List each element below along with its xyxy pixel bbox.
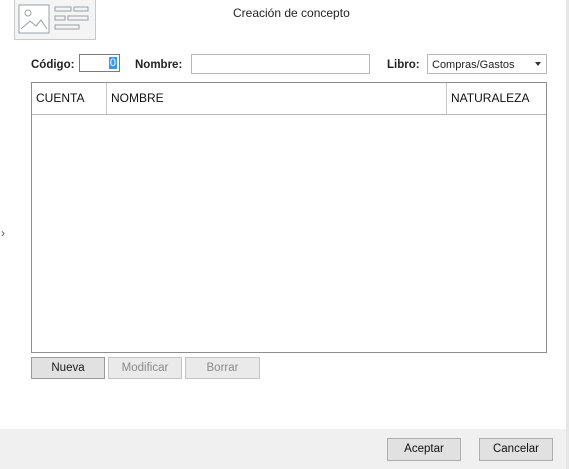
cancelar-button[interactable]: Cancelar xyxy=(479,438,553,461)
page-title: Creación de concepto xyxy=(233,6,350,20)
column-header-cuenta[interactable]: CUENTA xyxy=(32,83,107,114)
modificar-button[interactable]: Modificar xyxy=(108,357,182,379)
libro-label: Libro: xyxy=(387,59,420,71)
dialog-footer: Aceptar Cancelar xyxy=(0,429,569,469)
column-header-nombre[interactable]: NOMBRE xyxy=(107,83,447,114)
document-form-icon xyxy=(14,0,96,40)
chevron-down-icon xyxy=(535,62,541,66)
nombre-label: Nombre: xyxy=(135,59,183,71)
libro-selected-value: Compras/Gastos xyxy=(432,59,515,71)
column-header-naturaleza[interactable]: NATURALEZA xyxy=(447,83,546,114)
conceptos-table[interactable]: CUENTA NOMBRE NATURALEZA xyxy=(31,82,547,353)
chevron-right-icon[interactable]: › xyxy=(1,226,5,240)
codigo-label: Código: xyxy=(31,59,75,71)
aceptar-button[interactable]: Aceptar xyxy=(387,438,461,461)
libro-select[interactable]: Compras/Gastos xyxy=(427,54,547,74)
table-header: CUENTA NOMBRE NATURALEZA xyxy=(32,83,546,115)
codigo-value: 0 xyxy=(108,57,117,69)
codigo-field[interactable]: 0 xyxy=(79,54,120,72)
borrar-button[interactable]: Borrar xyxy=(185,357,260,379)
nombre-field[interactable] xyxy=(191,54,370,74)
nueva-button[interactable]: Nueva xyxy=(31,357,105,379)
